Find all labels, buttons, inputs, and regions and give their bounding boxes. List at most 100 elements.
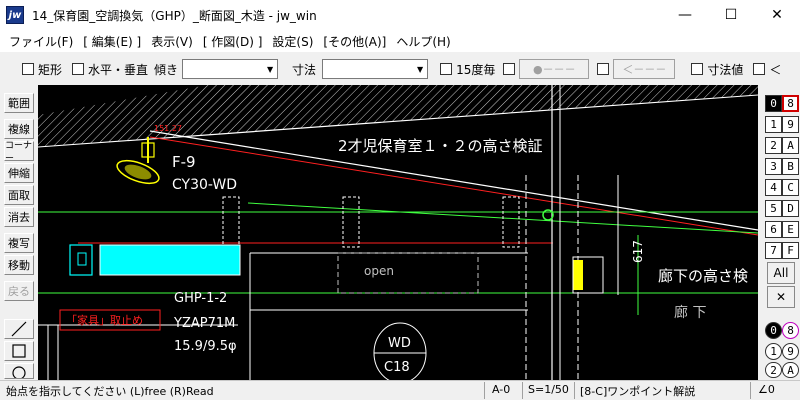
unit-model-label: YZAP71M [173, 316, 235, 331]
menu-view[interactable]: 表示(V) [146, 33, 198, 50]
layer-group-1[interactable]: 1 [765, 116, 782, 133]
layer-group-d[interactable]: D [782, 200, 799, 217]
back-field: ＜－－－ [613, 59, 676, 79]
rect-checkbox[interactable] [22, 63, 34, 75]
line-icon [11, 321, 27, 337]
drawing-title: 2才児保育室１・２の高さ検証 [338, 137, 543, 155]
status-onepoint[interactable]: [8-C]ワンポイント解説 [580, 383, 695, 399]
tilt-combo[interactable]: ▼ [182, 59, 279, 79]
dim-value-label: 寸法値 [707, 62, 744, 77]
corridor-label: 廊 下 [674, 304, 706, 321]
tool-stretch[interactable]: 伸縮 [4, 163, 34, 183]
minimize-button[interactable]: — [662, 0, 708, 30]
title-bar: jw 14_保育園_空調換気（GHP）_断面図_木造 - jw_win — ☐ … [0, 0, 800, 30]
layer-1-button[interactable]: 1 [765, 343, 782, 360]
layer-group-a[interactable]: A [782, 137, 799, 154]
status-scale[interactable]: S=1/50 [528, 383, 569, 396]
window-title: 14_保育園_空調換気（GHP）_断面図_木造 - jw_win [32, 8, 317, 23]
layer-group-5[interactable]: 5 [765, 200, 782, 217]
layer-group-0[interactable]: 0 [765, 95, 782, 112]
left-tool-palette: 範囲 複線 コーナー 伸縮 面取 消去 複写 移動 戻る [0, 85, 38, 380]
layer-8-button[interactable]: 8 [782, 322, 799, 339]
layer-group-8[interactable]: 8 [782, 95, 799, 112]
layer-0-button[interactable]: 0 [765, 322, 782, 339]
layer-group-7[interactable]: 7 [765, 242, 782, 259]
chevron-down-icon: ▼ [266, 64, 274, 74]
tool-erase[interactable]: 消去 [4, 207, 34, 227]
deg15-option[interactable]: 15度毎 [440, 61, 495, 78]
tool-line[interactable] [4, 319, 34, 339]
layer-2-button[interactable]: 2 [765, 362, 782, 378]
opening-rect [337, 252, 479, 294]
lt-option[interactable]: ＜ [753, 61, 781, 78]
tool-copy[interactable]: 複写 [4, 233, 34, 253]
dim-combo[interactable]: ▼ [322, 59, 429, 79]
status-divider [522, 382, 523, 399]
layer-group-b[interactable]: B [782, 158, 799, 175]
menu-other[interactable]: [その他(A)] [318, 33, 391, 50]
pipe-size-label: 15.9/9.5φ [174, 339, 237, 354]
wd-label: WD [388, 336, 411, 351]
point-checkbox[interactable] [503, 63, 516, 75]
close-button[interactable]: ✕ [754, 0, 800, 30]
deg15-checkbox[interactable] [440, 63, 453, 75]
menu-bar: ファイル(F) [ 編集(E) ] 表示(V) [ 作図(D) ] 設定(S) … [0, 30, 800, 52]
toolbar: 矩形 水平・垂直 傾き ▼ 寸法 ▼ 15度毎 ●－－－ ＜－－－ 寸法値 ＜ [0, 55, 800, 83]
jw-win-window: jw 14_保育園_空調換気（GHP）_断面図_木造 - jw_win — ☐ … [0, 0, 800, 400]
menu-settings[interactable]: 設定(S) [267, 33, 318, 50]
menu-help[interactable]: ヘルプ(H) [391, 33, 455, 50]
drawing-canvas[interactable]: 151.27 F-9 CY30-WD 2才児保育室１・２の高さ検証 廊下の高さ検… [38, 85, 758, 380]
all-layers-button[interactable]: All [767, 262, 795, 284]
status-angle[interactable]: ∠0 [758, 383, 775, 396]
dim-label: 寸法 [292, 62, 317, 77]
corridor-title: 廊下の高さ検 [658, 267, 748, 285]
dim-value-option[interactable]: 寸法値 [691, 61, 743, 78]
rect-label: 矩形 [38, 62, 63, 77]
layer-group-6[interactable]: 6 [765, 221, 782, 238]
layer-group-f[interactable]: F [782, 242, 799, 259]
layer-group-3[interactable]: 3 [765, 158, 782, 175]
point-field: ●－－－ [519, 59, 590, 79]
menu-draw[interactable]: [ 作図(D) ] [198, 33, 268, 50]
menu-file[interactable]: ファイル(F) [4, 33, 78, 50]
tool-rectangle[interactable] [4, 341, 34, 361]
ceiling-fan-icon [116, 137, 160, 185]
tool-offset[interactable]: 複線 [4, 119, 34, 139]
fan-label: F-9 [172, 153, 196, 171]
layer-group-e[interactable]: E [782, 221, 799, 238]
ghp-label: GHP-1-2 [174, 291, 227, 306]
furniture-label: 「家具」取止め [66, 313, 143, 327]
hv-checkbox[interactable] [72, 63, 85, 75]
layer-group-9[interactable]: 9 [782, 116, 799, 133]
circle-icon [12, 366, 26, 378]
back-checkbox[interactable] [597, 63, 610, 75]
tool-circle[interactable] [4, 363, 34, 379]
dim-value-checkbox[interactable] [691, 63, 704, 75]
cad-drawing: 151.27 F-9 CY30-WD 2才児保育室１・２の高さ検証 廊下の高さ検… [38, 85, 758, 380]
tool-chamfer[interactable]: 面取 [4, 185, 34, 205]
indoor-unit [69, 244, 241, 276]
layer-9-button[interactable]: 9 [782, 343, 799, 360]
layer-group-c[interactable]: C [782, 179, 799, 196]
deg15-label: 15度毎 [456, 62, 496, 77]
hv-option[interactable]: 水平・垂直 [72, 61, 148, 78]
rect-option[interactable]: 矩形 [22, 61, 62, 78]
status-divider [750, 382, 751, 399]
tool-corner[interactable]: コーナー [4, 141, 34, 164]
layer-group-4[interactable]: 4 [765, 179, 782, 196]
lt-label: ＜ [769, 62, 782, 77]
yellow-equipment [573, 260, 583, 290]
tool-undo[interactable]: 戻る [4, 281, 34, 301]
chevron-down-icon: ▼ [416, 64, 424, 74]
cross-button[interactable]: ✕ [767, 286, 795, 308]
c18-label: C18 [384, 360, 410, 375]
menu-edit[interactable]: [ 編集(E) ] [78, 33, 146, 50]
status-layer[interactable]: A-0 [492, 383, 510, 396]
tool-range[interactable]: 範囲 [4, 93, 34, 113]
tilt-label: 傾き [154, 62, 179, 77]
lt-checkbox[interactable] [753, 63, 766, 75]
tool-move[interactable]: 移動 [4, 255, 34, 275]
layer-group-2[interactable]: 2 [765, 137, 782, 154]
layer-a-button[interactable]: A [782, 362, 799, 378]
maximize-button[interactable]: ☐ [708, 0, 754, 30]
